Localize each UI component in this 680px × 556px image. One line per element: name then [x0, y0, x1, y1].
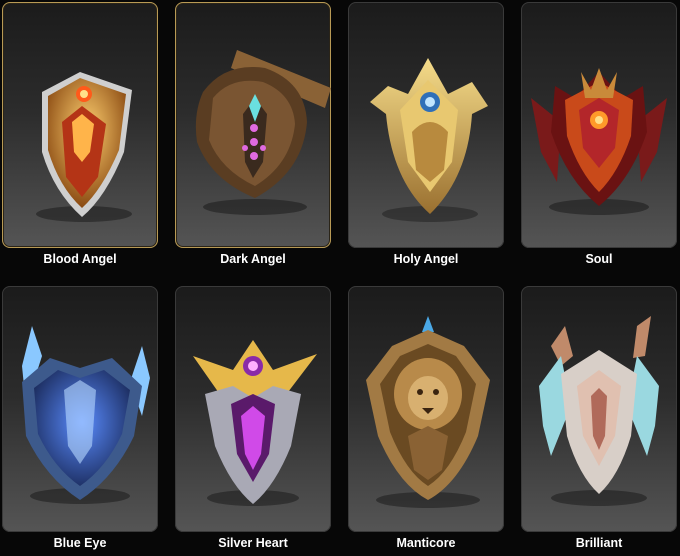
shield-name-label: Soul	[585, 252, 613, 266]
shield-name-label: Dark Angel	[220, 252, 286, 266]
shield-card-dark-angel[interactable]: Dark Angel	[173, 0, 333, 270]
shield-card-frame	[2, 286, 158, 532]
shield-card-frame	[2, 2, 158, 248]
dark-angel-shield-icon	[195, 50, 331, 215]
shield-card-blood-angel[interactable]: Blood Angel	[0, 0, 160, 270]
silver-heart-shield-icon	[193, 340, 317, 506]
manticore-shield-icon	[366, 316, 490, 508]
shield-name-label: Silver Heart	[218, 536, 288, 550]
shield-name-label: Brilliant	[575, 536, 623, 550]
shield-card-soul[interactable]: Soul	[519, 0, 679, 270]
shield-gallery: Blood Angel Dark Angel Holy Angel Soul B…	[0, 0, 680, 556]
shield-card-frame	[348, 2, 504, 248]
shield-card-holy-angel[interactable]: Holy Angel	[346, 0, 506, 270]
shield-card-silver-heart[interactable]: Silver Heart	[173, 284, 333, 554]
shield-card-frame	[521, 2, 677, 248]
blood-angel-shield-icon	[36, 72, 132, 222]
shield-name-label: Manticore	[396, 536, 456, 550]
brilliant-shield-icon	[539, 316, 659, 506]
shield-name-label: Blood Angel	[43, 252, 117, 266]
shield-card-manticore[interactable]: Manticore	[346, 284, 506, 554]
shield-card-frame	[175, 2, 331, 248]
blue-eye-shield-icon	[22, 326, 150, 504]
shield-card-frame	[521, 286, 677, 532]
shield-card-blue-eye[interactable]: Blue Eye	[0, 284, 160, 554]
shield-card-frame	[175, 286, 331, 532]
shield-card-frame	[348, 286, 504, 532]
soul-shield-icon	[531, 68, 667, 215]
shield-card-brilliant[interactable]: Brilliant	[519, 284, 679, 554]
holy-angel-shield-icon	[370, 58, 488, 222]
shield-name-label: Blue Eye	[53, 536, 107, 550]
shield-name-label: Holy Angel	[393, 252, 459, 266]
